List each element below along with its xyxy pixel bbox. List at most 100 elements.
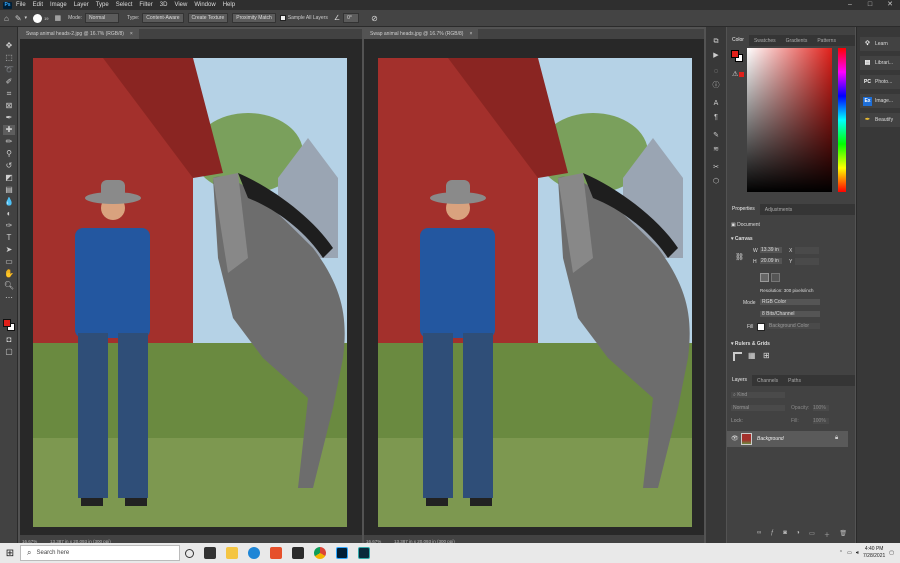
maximize-icon[interactable]: □: [860, 0, 880, 10]
layer-filter-kind[interactable]: ⌕ Kind: [731, 392, 785, 398]
blend-mode-select[interactable]: Normal: [731, 405, 785, 411]
healing-brush-icon[interactable]: ✚: [3, 125, 15, 135]
new-layer-icon[interactable]: ＋: [824, 530, 830, 539]
tab-properties[interactable]: Properties: [727, 204, 760, 215]
navigator-icon[interactable]: ◌: [711, 67, 721, 76]
eyedropper-tool-icon[interactable]: ✒: [3, 113, 15, 123]
visibility-eye-icon[interactable]: 👁: [731, 435, 739, 442]
document-tab-1[interactable]: Swap animal heads-2.jpg @ 16.7% (RGB/8) ×: [20, 29, 139, 39]
volume-icon[interactable]: 🔊︎: [856, 550, 859, 556]
tab-swatches[interactable]: Swatches: [749, 38, 781, 44]
fill-color-swatch[interactable]: [757, 323, 765, 331]
width-input[interactable]: 13.39 in: [760, 247, 782, 253]
file-explorer-icon[interactable]: [226, 547, 238, 559]
type-tool-icon[interactable]: T: [3, 233, 15, 243]
more-tools-icon[interactable]: ⋯: [3, 293, 15, 303]
network-icon[interactable]: ▭: [847, 550, 852, 556]
healing-brush-tool-icon[interactable]: ✎: [15, 14, 22, 23]
opacity-input[interactable]: 100%: [813, 405, 829, 411]
proximity-match-button[interactable]: Proximity Match: [232, 13, 276, 23]
gradient-tool-icon[interactable]: ▤: [3, 185, 15, 195]
tab-gradients[interactable]: Gradients: [781, 38, 813, 44]
chrome-icon[interactable]: [314, 547, 326, 559]
fill-select[interactable]: Background Color: [767, 323, 820, 329]
brush-tool-icon[interactable]: ✏: [3, 137, 15, 147]
brush-settings-icon[interactable]: ≋: [711, 145, 721, 154]
tab-patterns[interactable]: Patterns: [812, 38, 841, 44]
lightroom-taskbar-icon[interactable]: [358, 547, 370, 559]
frame-tool-icon[interactable]: ⊠: [3, 101, 15, 111]
grid-icon[interactable]: ▦: [748, 351, 756, 360]
task-view-icon[interactable]: [204, 547, 216, 559]
guides-icon[interactable]: ⊞: [763, 351, 770, 360]
color-mode-select[interactable]: RGB Color: [760, 299, 820, 305]
foreground-color-swatch[interactable]: [3, 319, 11, 327]
blur-tool-icon[interactable]: 💧: [3, 197, 15, 207]
libraries-item[interactable]: ▤ Librari...: [860, 56, 900, 70]
layer-row-background[interactable]: 👁 Background 🔒︎: [727, 431, 848, 447]
x-input[interactable]: [795, 247, 819, 254]
dropdown-arrow-icon[interactable]: ▾: [25, 15, 28, 21]
tab-layers[interactable]: Layers: [727, 375, 753, 386]
tray-up-icon[interactable]: ⌃: [839, 550, 843, 556]
quick-mask-icon[interactable]: ◘: [3, 335, 15, 345]
notifications-icon[interactable]: ▢: [889, 550, 894, 556]
photo-item[interactable]: PC Photo...: [860, 75, 900, 89]
clone-stamp-icon[interactable]: ⚲: [3, 149, 15, 159]
home-icon[interactable]: ⌂: [4, 14, 9, 23]
menu-help[interactable]: Help: [223, 2, 235, 8]
menu-window[interactable]: Window: [194, 2, 215, 8]
close-icon[interactable]: ✕: [880, 0, 900, 10]
color-foreground-swatch[interactable]: [731, 50, 739, 58]
link-layers-icon[interactable]: ∞: [757, 530, 761, 539]
color-field[interactable]: [747, 48, 832, 192]
link-icon[interactable]: ⛓: [735, 253, 744, 261]
group-folder-icon[interactable]: ▭: [809, 530, 815, 539]
menu-file[interactable]: File: [16, 2, 26, 8]
menu-type[interactable]: Type: [96, 2, 109, 8]
image-item[interactable]: Ex Image...: [860, 94, 900, 108]
crop-tool-icon[interactable]: ⌗: [3, 89, 15, 99]
menu-select[interactable]: Select: [116, 2, 133, 8]
clock[interactable]: 4:40 PM 7/28/2021: [863, 546, 885, 560]
portrait-icon[interactable]: [760, 273, 769, 282]
mode-select[interactable]: Normal: [85, 13, 120, 23]
hand-tool-icon[interactable]: ✋: [3, 269, 15, 279]
brush-settings-icon[interactable]: ▦: [55, 14, 62, 22]
sample-all-layers-checkbox[interactable]: [279, 15, 286, 21]
windows-start-icon[interactable]: ⊞: [0, 548, 20, 559]
y-input[interactable]: [795, 258, 819, 265]
edge-icon[interactable]: [248, 547, 260, 559]
tab-color[interactable]: Color: [727, 35, 749, 46]
pressure-icon[interactable]: ⊘: [371, 14, 378, 23]
dodge-tool-icon[interactable]: ◐: [3, 209, 15, 219]
minimize-icon[interactable]: –: [840, 0, 860, 10]
create-texture-button[interactable]: Create Texture: [187, 13, 229, 23]
mask-icon[interactable]: ◙: [783, 530, 787, 539]
tab-channels[interactable]: Channels: [752, 378, 783, 384]
document-tab-2[interactable]: Swap animal heads.jpg @ 16.7% (RGB/8) ×: [364, 29, 479, 39]
angle-input[interactable]: 0°: [343, 13, 360, 23]
beautify-item[interactable]: ✒ Beautify: [860, 113, 900, 127]
zoom-tool-icon[interactable]: 🔍︎: [3, 281, 15, 291]
lasso-tool-icon[interactable]: ➰: [3, 65, 15, 75]
terminal-icon[interactable]: [292, 547, 304, 559]
quick-select-tool-icon[interactable]: ✐: [3, 77, 15, 87]
content-aware-button[interactable]: Content-Aware: [142, 13, 184, 23]
screen-mode-icon[interactable]: ▢: [3, 347, 15, 357]
menu-layer[interactable]: Layer: [74, 2, 89, 8]
move-tool-icon[interactable]: ✥: [3, 41, 15, 51]
landscape-icon[interactable]: [771, 273, 780, 282]
paragraph-icon[interactable]: ¶: [711, 113, 721, 122]
fill-opacity-input[interactable]: 100%: [813, 418, 829, 424]
trash-icon[interactable]: 🗑︎: [839, 530, 847, 539]
hue-slider[interactable]: [838, 48, 846, 192]
bit-depth-select[interactable]: 8 Bits/Channel: [760, 311, 820, 317]
brushes-icon[interactable]: ✎: [711, 131, 721, 140]
height-input[interactable]: 20.09 in: [760, 258, 782, 264]
tab-close-icon[interactable]: ×: [130, 31, 133, 37]
office-icon[interactable]: [270, 547, 282, 559]
actions-icon[interactable]: ▶: [711, 51, 721, 60]
history-icon[interactable]: ⧉: [711, 37, 721, 46]
cortana-icon[interactable]: [185, 548, 194, 558]
